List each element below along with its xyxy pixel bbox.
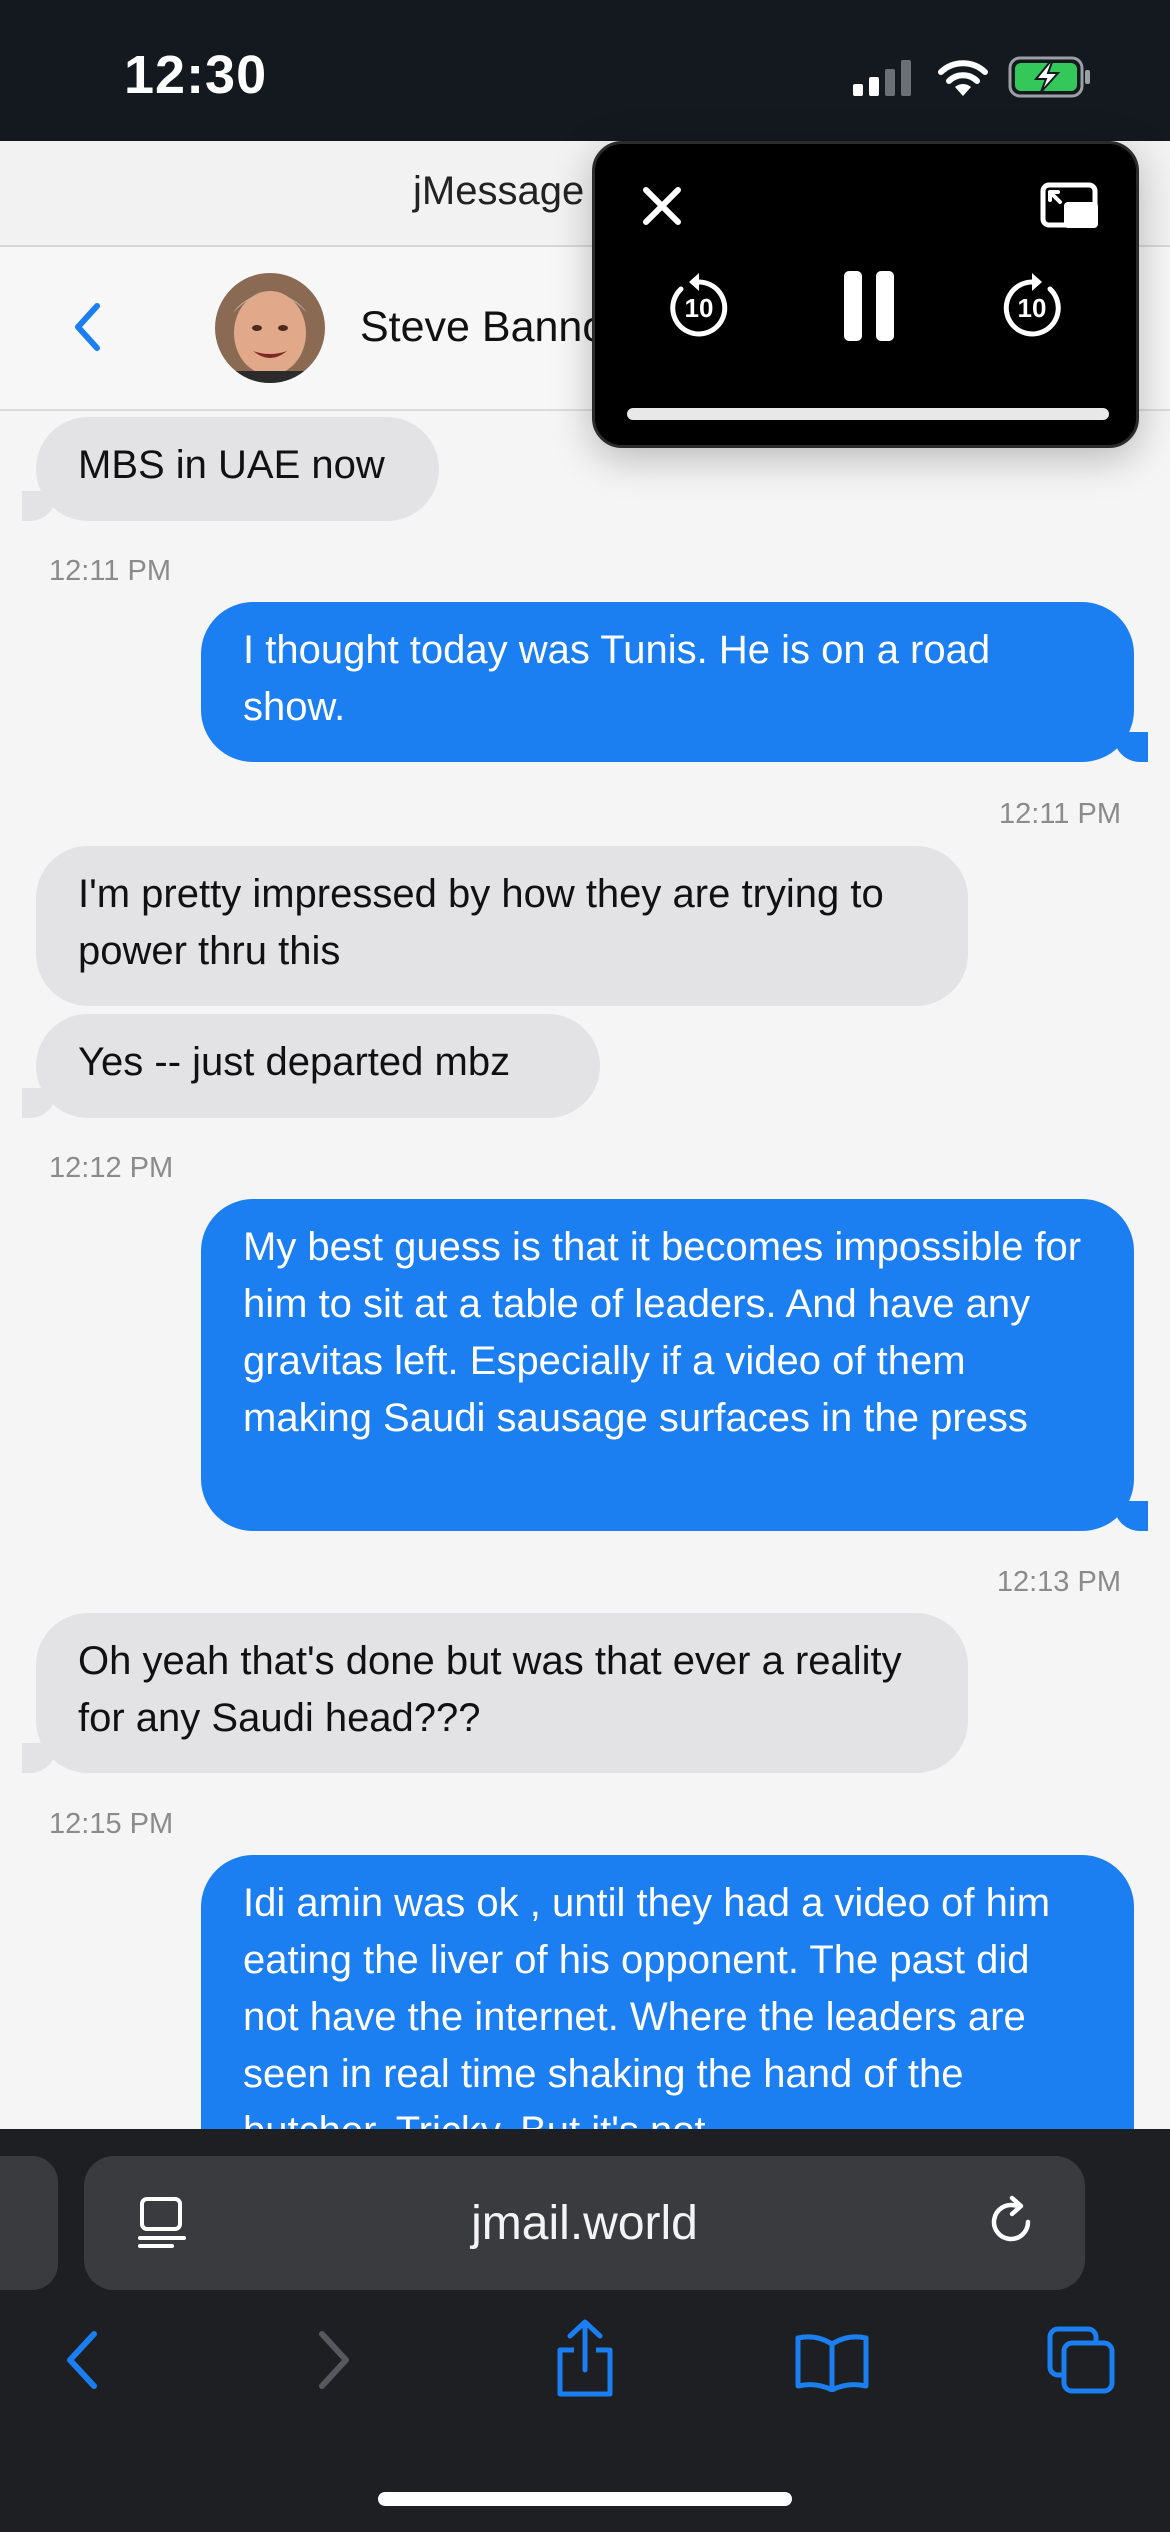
wifi-icon <box>938 60 988 96</box>
contact-avatar[interactable] <box>215 273 325 383</box>
incoming-message-bubble[interactable]: I'm pretty impressed by how they are try… <box>36 846 968 1006</box>
bookmarks-icon[interactable] <box>794 2332 870 2392</box>
status-bar: 12:30 <box>0 0 1170 141</box>
exit-picture-in-picture-icon[interactable] <box>1040 182 1098 228</box>
message-timestamp: 12:15 PM <box>49 1808 174 1840</box>
message-text: MBS in UAE now <box>78 443 385 487</box>
incoming-message-bubble[interactable]: Yes -- just departed mbz <box>22 1014 600 1118</box>
message-timestamp: 12:13 PM <box>996 1566 1121 1598</box>
message-text: I'm pretty impressed by how they are try… <box>78 872 884 973</box>
browser-forward-icon[interactable] <box>316 2330 354 2390</box>
outgoing-message-bubble[interactable]: Idi amin was ok , until they had a video… <box>201 1855 1134 2129</box>
message-timestamp: 12:11 PM <box>49 555 171 587</box>
message-text: Yes -- just departed mbz <box>78 1040 511 1084</box>
tabs-overview-icon[interactable] <box>1046 2325 1116 2395</box>
battery-charging-icon <box>1008 56 1090 98</box>
outgoing-message-bubble[interactable]: I thought today was Tunis. He is on a ro… <box>201 602 1148 762</box>
message-timestamp: 12:11 PM <box>999 798 1121 830</box>
message-timestamp: 12:12 PM <box>49 1152 174 1184</box>
message-text: I thought today was Tunis. He is on a ro… <box>243 628 991 729</box>
skip-forward-seconds: 10 <box>1017 293 1047 323</box>
reload-icon[interactable] <box>984 2195 1038 2249</box>
cellular-signal-icon <box>853 60 911 96</box>
message-text: My best guess is that it becomes impossi… <box>243 1225 1082 1440</box>
previous-tab-preview[interactable] <box>0 2156 58 2290</box>
share-icon[interactable] <box>550 2318 620 2398</box>
incoming-message-bubble[interactable]: Oh yeah that's done but was that ever a … <box>22 1613 968 1773</box>
back-chevron-icon[interactable] <box>72 302 102 352</box>
skip-back-seconds: 10 <box>684 293 714 323</box>
message-text: Idi amin was ok , until they had a video… <box>243 1881 1051 2129</box>
home-indicator <box>378 2492 792 2506</box>
playback-progress-bar[interactable] <box>627 408 1109 420</box>
status-time: 12:30 <box>124 45 268 105</box>
skip-forward-button[interactable]: 10 <box>1000 271 1064 341</box>
close-icon[interactable] <box>640 184 684 228</box>
avatar-portrait-icon <box>215 273 325 383</box>
message-text: Oh yeah that's done but was that ever a … <box>78 1639 902 1740</box>
url-text: jmail.world <box>471 2197 698 2250</box>
contact-name[interactable]: Steve Bannon <box>360 303 630 352</box>
skip-back-button[interactable]: 10 <box>667 271 731 341</box>
outgoing-message-bubble[interactable]: My best guess is that it becomes impossi… <box>201 1199 1148 1531</box>
page-title: jMessage <box>413 169 585 213</box>
incoming-message-bubble[interactable]: MBS in UAE now <box>22 417 439 521</box>
pause-icon[interactable] <box>842 269 896 343</box>
picture-in-picture-player[interactable]: 10 10 <box>592 141 1139 448</box>
message-thread[interactable]: MBS in UAE now 12:11 PM I thought today … <box>0 409 1170 2129</box>
address-bar[interactable]: jmail.world <box>84 2156 1085 2290</box>
browser-back-icon[interactable] <box>62 2330 100 2390</box>
